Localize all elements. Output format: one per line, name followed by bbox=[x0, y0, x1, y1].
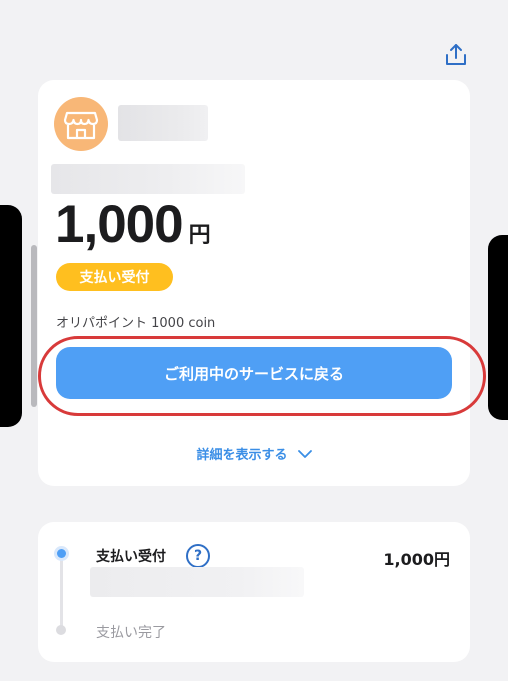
payment-status-card: 支払い受付 ? 1,000円 支払い完了 bbox=[38, 522, 470, 662]
share-button[interactable] bbox=[441, 40, 471, 70]
return-to-service-button[interactable]: ご利用中のサービスに戻る bbox=[56, 347, 452, 399]
timeline-dot-active bbox=[54, 546, 69, 561]
scroll-indicator[interactable] bbox=[31, 245, 37, 407]
left-edge-strip bbox=[0, 205, 22, 427]
payment-detail-screen: 1,000 円 支払い受付 オリパポイント 1000 coin ご利用中のサービ… bbox=[0, 0, 508, 681]
merchant-avatar bbox=[54, 97, 108, 151]
merchant-subtitle-redacted bbox=[51, 164, 245, 194]
chevron-down-icon bbox=[297, 449, 312, 458]
payment-amount: 1,000 円 bbox=[55, 194, 211, 255]
points-text: オリパポイント 1000 coin bbox=[56, 316, 216, 331]
amount-value: 1,000 bbox=[55, 195, 184, 254]
show-details-toggle[interactable]: 詳細を表示する bbox=[38, 444, 470, 463]
step-payment-received-label: 支払い受付 bbox=[96, 549, 166, 565]
status-badge: 支払い受付 bbox=[56, 263, 173, 291]
timeline-dot-inactive bbox=[56, 625, 66, 635]
right-edge-strip bbox=[488, 235, 508, 420]
step-detail-redacted bbox=[90, 567, 304, 597]
step-payment-complete-label: 支払い完了 bbox=[96, 625, 166, 641]
amount-unit: 円 bbox=[188, 223, 211, 248]
timeline-line bbox=[60, 559, 63, 631]
payment-summary-card: 1,000 円 支払い受付 オリパポイント 1000 coin ご利用中のサービ… bbox=[38, 80, 486, 486]
share-icon bbox=[446, 44, 466, 65]
show-details-label: 詳細を表示する bbox=[196, 448, 288, 463]
merchant-name-redacted bbox=[118, 105, 208, 141]
help-icon[interactable]: ? bbox=[186, 544, 210, 568]
store-icon bbox=[63, 111, 99, 140]
step-payment-received-amount: 1,000円 bbox=[383, 550, 450, 569]
